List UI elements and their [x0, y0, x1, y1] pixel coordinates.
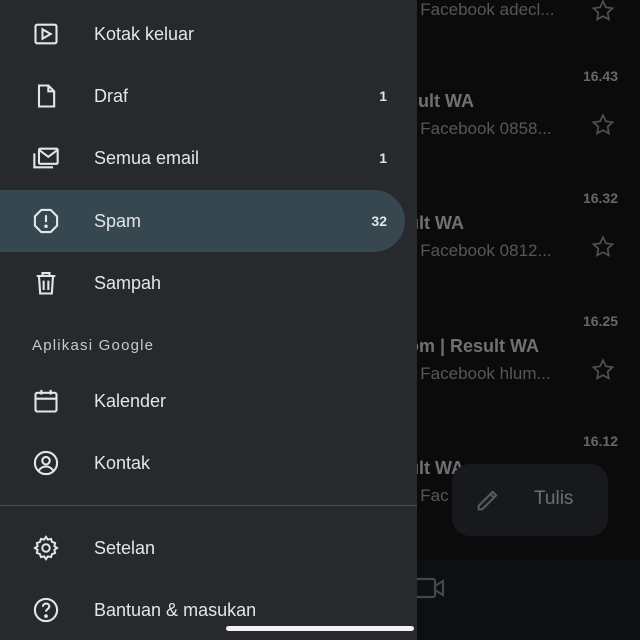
nav-label: Bantuan & masukan	[94, 599, 257, 620]
contacts-icon	[32, 449, 60, 477]
nav-label: Semua email	[94, 147, 200, 168]
nav-item-drafts[interactable]: Draf 1	[0, 65, 405, 127]
nav-item-calendar[interactable]: Kalender	[0, 370, 405, 432]
trash-icon	[32, 269, 60, 297]
spam-icon	[32, 207, 60, 235]
nav-count: 1	[379, 88, 387, 104]
nav-label: Draf	[94, 85, 129, 106]
draft-icon	[32, 82, 60, 110]
nav-count: 32	[371, 213, 387, 229]
nav-label: Kalender	[94, 390, 167, 411]
home-indicator[interactable]	[226, 626, 414, 631]
drawer-divider	[0, 505, 417, 506]
nav-label: Kotak keluar	[94, 23, 195, 44]
nav-item-settings[interactable]: Setelan	[0, 517, 405, 579]
section-header-google-apps: Aplikasi Google	[32, 337, 155, 354]
all-mail-icon	[32, 144, 60, 172]
nav-count: 1	[379, 150, 387, 166]
nav-item-all-mail[interactable]: Semua email 1	[0, 127, 405, 189]
nav-label: Spam	[94, 210, 142, 231]
nav-item-trash[interactable]: Sampah	[0, 252, 405, 314]
calendar-icon	[32, 387, 60, 415]
settings-icon	[32, 534, 60, 562]
nav-item-spam[interactable]: Spam 32	[0, 190, 405, 252]
navigation-drawer: Kotak keluar Draf 1 Semua email 1 Spam 3…	[0, 0, 417, 640]
nav-item-outbox[interactable]: Kotak keluar	[0, 3, 405, 65]
outbox-icon	[32, 20, 60, 48]
nav-label: Kontak	[94, 452, 151, 473]
nav-label: Sampah	[94, 272, 162, 293]
nav-label: Setelan	[94, 537, 156, 558]
nav-item-contacts[interactable]: Kontak	[0, 432, 405, 494]
help-icon	[32, 596, 60, 624]
